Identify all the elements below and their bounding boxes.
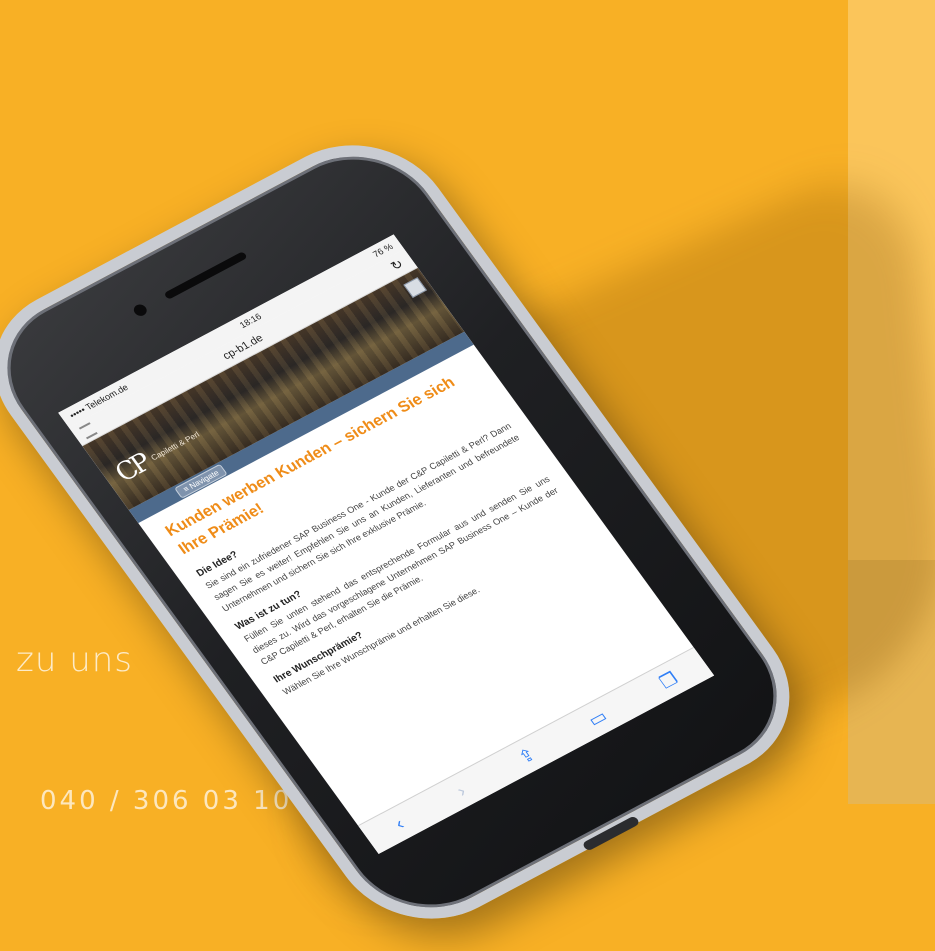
browser-toolbar: ‹ › ⇪ ▭ ❐ (357, 646, 715, 854)
front-camera (131, 302, 150, 318)
bookmarks-icon[interactable]: ▭ (584, 706, 611, 731)
logo-mark: CP (109, 448, 156, 489)
logo-subtitle: Capiletti & Perl (148, 429, 201, 462)
reload-icon[interactable]: ↻ (388, 256, 407, 274)
tabs-icon[interactable]: ❐ (655, 668, 682, 693)
forward-icon[interactable]: › (452, 781, 470, 801)
dropdown-toggle[interactable] (403, 277, 427, 298)
lightning-port (581, 815, 641, 852)
reader-view-icon[interactable] (78, 422, 98, 440)
side-text: zu uns (16, 640, 134, 680)
back-icon[interactable]: ‹ (391, 814, 409, 834)
share-icon[interactable]: ⇪ (514, 744, 540, 768)
earpiece-speaker (163, 251, 248, 300)
phone-number[interactable]: 040 / 306 03 100 (40, 786, 312, 816)
